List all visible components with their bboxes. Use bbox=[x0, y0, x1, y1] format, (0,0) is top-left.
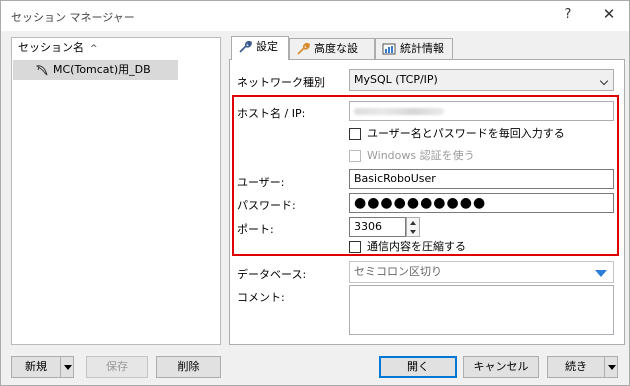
database-placeholder: セミコロン区切り bbox=[354, 265, 442, 278]
network-type-select[interactable]: MySQL (TCP/IP) bbox=[349, 69, 614, 91]
wrench-orange-icon bbox=[297, 42, 310, 55]
save-button[interactable]: 保存 bbox=[86, 356, 148, 378]
new-button[interactable]: 新規 bbox=[11, 356, 61, 378]
host-label: ホスト名 / IP: bbox=[237, 107, 306, 120]
prompt-credentials-checkbox[interactable]: ユーザー名とパスワードを毎回入力する bbox=[349, 127, 565, 143]
tab-advanced-settings[interactable]: 高度な設定 bbox=[289, 38, 375, 74]
tab-settings-label: 設定 bbox=[256, 40, 278, 53]
stepper-down-icon[interactable] bbox=[410, 230, 416, 234]
session-manager-window: セッション マネージャー ? ✕ セッション名 ^ MC(Tomcat)用_DB … bbox=[0, 0, 630, 386]
close-button[interactable]: ✕ bbox=[599, 5, 619, 23]
tree-column-header[interactable]: セッション名 ^ bbox=[12, 38, 220, 58]
password-input[interactable]: ●●●●●●●●●● bbox=[349, 193, 614, 213]
session-item-label: MC(Tomcat)用_DB bbox=[53, 63, 151, 76]
new-dropdown-button[interactable] bbox=[60, 356, 74, 378]
checkbox-box bbox=[349, 128, 361, 140]
prompt-credentials-label: ユーザー名とパスワードを毎回入力する bbox=[367, 127, 565, 140]
port-stepper[interactable] bbox=[406, 217, 420, 237]
dropdown-triangle-icon bbox=[595, 270, 607, 277]
wrench-icon bbox=[239, 40, 252, 53]
session-item[interactable]: MC(Tomcat)用_DB bbox=[13, 60, 178, 80]
password-label: パスワード: bbox=[237, 199, 296, 212]
tab-settings[interactable]: 設定 bbox=[231, 36, 289, 60]
window-title: セッション マネージャー bbox=[11, 11, 135, 24]
network-type-label: ネットワーク種別 bbox=[237, 76, 325, 89]
user-label: ユーザー: bbox=[237, 176, 285, 189]
comment-label: コメント: bbox=[237, 291, 285, 304]
host-input[interactable] bbox=[349, 101, 614, 121]
port-label: ポート: bbox=[237, 223, 274, 236]
tab-statistics-label: 統計情報 bbox=[400, 42, 444, 55]
cancel-button[interactable]: キャンセル bbox=[463, 356, 539, 378]
checkbox-box bbox=[349, 241, 361, 253]
user-input[interactable]: BasicRoboUser bbox=[349, 169, 614, 189]
compress-label: 通信内容を圧縮する bbox=[367, 240, 466, 253]
sort-ascending-icon: ^ bbox=[90, 44, 98, 54]
database-label: データベース: bbox=[237, 268, 307, 281]
checkbox-box bbox=[349, 150, 361, 162]
stepper-up-icon[interactable] bbox=[410, 221, 416, 225]
tab-statistics[interactable]: 統計情報 bbox=[375, 38, 453, 59]
port-input[interactable]: 3306 bbox=[349, 217, 406, 237]
tree-header-label: セッション名 bbox=[18, 41, 84, 54]
compress-checkbox[interactable]: 通信内容を圧縮する bbox=[349, 240, 466, 256]
more-button[interactable]: 続き bbox=[547, 356, 605, 378]
title-bar: セッション マネージャー ? ✕ bbox=[1, 1, 629, 31]
windows-auth-label: Windows 認証を使う bbox=[367, 149, 475, 162]
delete-button[interactable]: 削除 bbox=[156, 356, 221, 378]
dolphin-icon bbox=[35, 65, 48, 76]
session-tree[interactable]: セッション名 ^ MC(Tomcat)用_DB bbox=[11, 37, 221, 345]
help-button[interactable]: ? bbox=[558, 7, 578, 25]
bar-chart-icon bbox=[382, 43, 396, 55]
database-select[interactable]: セミコロン区切り bbox=[349, 261, 614, 283]
redacted-host-blur bbox=[354, 108, 444, 115]
chevron-down-icon bbox=[599, 76, 609, 86]
comment-textarea[interactable] bbox=[349, 285, 614, 335]
network-type-value: MySQL (TCP/IP) bbox=[354, 73, 438, 86]
more-dropdown-button[interactable] bbox=[604, 356, 618, 378]
open-button[interactable]: 開く bbox=[379, 356, 457, 378]
windows-auth-checkbox[interactable]: Windows 認証を使う bbox=[349, 149, 475, 165]
